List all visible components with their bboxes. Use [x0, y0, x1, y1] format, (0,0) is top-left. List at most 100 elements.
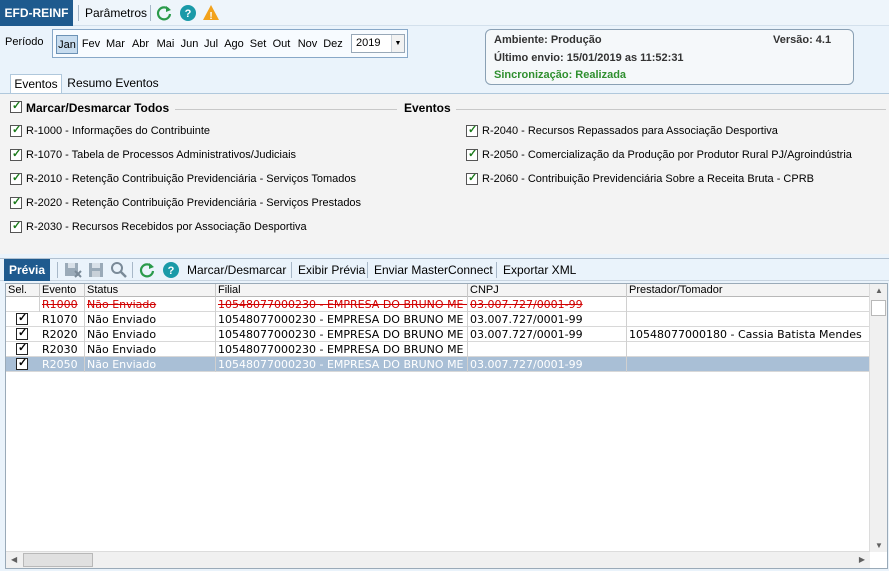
toolbar-separator	[132, 262, 133, 278]
year-value: 2019	[356, 37, 381, 49]
status-cell: Não Enviado	[85, 297, 216, 312]
month-ago[interactable]: Ago	[222, 35, 246, 54]
last-send-label: Último envio: 15/01/2019 as 11:52:31	[494, 52, 684, 64]
prestador-cell	[627, 297, 870, 312]
chevron-down-icon[interactable]: ▼	[391, 35, 404, 52]
column-header-prestador[interactable]: Prestador/Tomador	[627, 284, 870, 297]
filial-cell: 10548077000230 - EMPRESA DO BRUNO ME EPP	[218, 342, 468, 357]
table-row[interactable]: R2020 Não Enviado 10548077000230 - EMPRE…	[6, 326, 870, 342]
svg-text:?: ?	[185, 8, 192, 20]
events-section-title: Eventos	[404, 101, 451, 115]
help-icon[interactable]: ?	[162, 261, 180, 279]
cnpj-cell	[468, 342, 627, 357]
event-checkbox-r1070[interactable]	[10, 147, 22, 161]
year-select[interactable]: 2019 ▼	[351, 34, 405, 53]
parameters-button[interactable]: Parâmetros	[85, 0, 147, 26]
row-checkbox[interactable]	[16, 341, 28, 355]
vertical-scroll-thumb[interactable]	[871, 300, 886, 316]
svg-text:?: ?	[168, 265, 175, 277]
table-row[interactable]: R2030 Não Enviado 10548077000230 - EMPRE…	[6, 341, 870, 357]
event-checkbox-r2050[interactable]	[466, 147, 478, 161]
evento-cell: R2050	[40, 357, 85, 372]
top-toolbar: EFD-REINF Parâmetros ? !	[0, 0, 889, 26]
toggle-all-checkbox[interactable]	[10, 99, 22, 113]
month-mar[interactable]: Mar	[104, 35, 127, 54]
event-checkbox-r2020[interactable]	[10, 195, 22, 209]
toolbar-separator	[291, 262, 292, 278]
evento-cell: R1070	[40, 312, 85, 327]
warning-icon[interactable]: !	[202, 4, 220, 22]
evento-cell: R1000	[40, 297, 85, 312]
refresh-icon[interactable]	[138, 261, 156, 279]
column-header-sel[interactable]: Sel.	[6, 284, 40, 297]
column-header-status[interactable]: Status	[85, 284, 216, 297]
cnpj-cell: 03.007.727/0001-99	[468, 357, 627, 372]
filial-cell: 10548077000230 - EMPRESA DO BRUNO ME EPP	[218, 312, 468, 327]
month-nov[interactable]: Nov	[295, 35, 320, 54]
events-grid: Sel. Evento Status Filial CNPJ Prestador…	[5, 283, 888, 569]
cnpj-cell: 03.007.727/0001-99	[468, 312, 627, 327]
refresh-icon[interactable]	[155, 4, 173, 22]
toolbar-separator	[496, 262, 497, 278]
event-checkbox-r2040[interactable]	[466, 123, 478, 137]
month-mai[interactable]: Mai	[154, 35, 177, 54]
event-checkbox-r1000[interactable]	[10, 123, 22, 137]
toolbar-separator	[150, 5, 151, 21]
toolbar-separator	[367, 262, 368, 278]
toolbar-separator	[57, 262, 58, 278]
preview-toolbar: Prévia ? Marcar/Desmarcar Exibir Prévia …	[0, 258, 889, 281]
horizontal-scroll-thumb[interactable]	[23, 553, 93, 567]
table-row[interactable]: R1070 Não Enviado 10548077000230 - EMPRE…	[6, 311, 870, 327]
evento-cell: R2020	[40, 327, 85, 342]
show-preview-button[interactable]: Exibir Prévia	[298, 259, 365, 281]
event-label-r2050: R-2050 - Comercialização da Produção por…	[482, 149, 852, 161]
cnpj-cell: 03.007.727/0001-99	[468, 327, 627, 342]
save-icon[interactable]	[87, 261, 105, 279]
table-row[interactable]: R2050 Não Enviado 10548077000230 - EMPRE…	[6, 356, 870, 372]
vertical-scrollbar[interactable]: ▲ ▼	[869, 284, 887, 552]
delete-save-icon[interactable]	[64, 261, 82, 279]
scroll-down-icon[interactable]: ▼	[875, 541, 883, 550]
help-icon[interactable]: ?	[179, 4, 197, 22]
month-jan[interactable]: Jan	[56, 35, 78, 54]
row-select-cell	[6, 297, 40, 312]
tab-eventos[interactable]: Eventos	[10, 74, 62, 94]
filial-cell: 10548077000230 - EMPRESA DO BRUNO ME EPP	[218, 297, 468, 312]
status-cell: Não Enviado	[85, 312, 216, 327]
evento-cell: R2030	[40, 342, 85, 357]
month-set[interactable]: Set	[247, 35, 269, 54]
table-row[interactable]: R1000 Não Enviado 10548077000230 - EMPRE…	[6, 297, 870, 312]
month-jun[interactable]: Jun	[178, 35, 201, 54]
event-label-r2040: R-2040 - Recursos Repassados para Associ…	[482, 125, 778, 137]
event-label-r1000: R-1000 - Informações do Contribuinte	[26, 125, 211, 137]
svg-text:!: !	[209, 11, 212, 22]
event-label-r2020: R-2020 - Retenção Contribuição Previdenc…	[26, 197, 362, 209]
event-checkbox-r2010[interactable]	[10, 171, 22, 185]
divider	[456, 109, 886, 110]
month-out[interactable]: Out	[270, 35, 293, 54]
month-abr[interactable]: Abr	[129, 35, 152, 54]
month-dez[interactable]: Dez	[321, 35, 345, 54]
horizontal-scrollbar[interactable]: ◀ ▶	[6, 551, 870, 568]
prestador-cell: 10548077000180 - Cassia Batista Mendes	[627, 327, 870, 342]
row-checkbox[interactable]	[16, 356, 28, 370]
search-icon[interactable]	[110, 261, 128, 279]
month-jul[interactable]: Jul	[201, 35, 221, 54]
toolbar-separator	[78, 5, 79, 21]
toggle-selection-button[interactable]: Marcar/Desmarcar	[187, 259, 286, 281]
row-checkbox[interactable]	[16, 311, 28, 325]
column-header-filial[interactable]: Filial	[216, 284, 468, 297]
event-checkbox-r2060[interactable]	[466, 171, 478, 185]
scroll-up-icon[interactable]: ▲	[875, 286, 883, 295]
column-header-cnpj[interactable]: CNPJ	[468, 284, 627, 297]
prestador-cell	[627, 342, 870, 357]
scroll-right-icon[interactable]: ▶	[859, 555, 865, 564]
export-xml-button[interactable]: Exportar XML	[503, 259, 576, 281]
column-header-evento[interactable]: Evento	[40, 284, 85, 297]
row-checkbox[interactable]	[16, 326, 28, 340]
month-fev[interactable]: Fev	[80, 35, 102, 54]
event-checkbox-r2030[interactable]	[10, 219, 22, 233]
send-masterconnect-button[interactable]: Enviar MasterConnect	[374, 259, 493, 281]
scroll-left-icon[interactable]: ◀	[11, 555, 17, 564]
tab-resumo-eventos[interactable]: Resumo Eventos	[64, 74, 162, 94]
